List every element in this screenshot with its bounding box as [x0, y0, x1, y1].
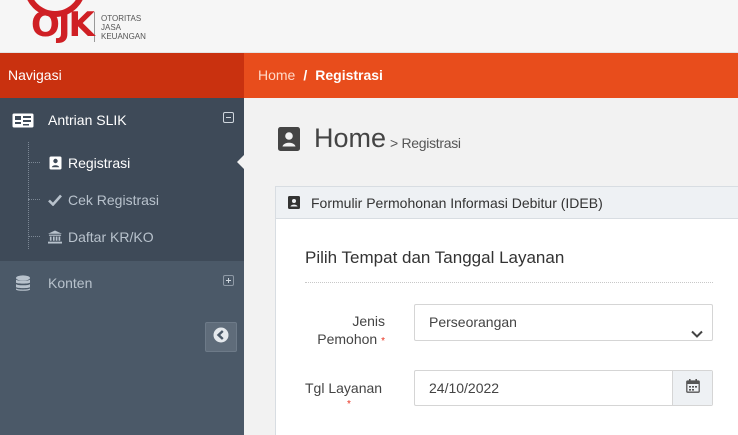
breadcrumb-separator: / [303, 67, 308, 83]
section-divider [305, 282, 713, 283]
calendar-button[interactable] [672, 371, 712, 405]
logo-divider [94, 12, 95, 42]
menu-group-antrian-slik: Antrian SLIK Registrasi Cek Registrasi D… [0, 98, 244, 261]
sidebar-item-daftar-kr-ko[interactable]: Daftar KR/KO [0, 218, 244, 255]
required-mark: * [347, 399, 351, 410]
sidebar-item-registrasi[interactable]: Registrasi [0, 144, 244, 181]
bank-icon [48, 229, 62, 244]
logo-text-line-3: KEUANGAN [101, 31, 146, 41]
calendar-icon [685, 371, 700, 405]
jenis-label-line-1: Jenis [352, 313, 385, 329]
breadcrumb-home[interactable]: Home [258, 67, 295, 83]
submenu-antrian-slik: Registrasi Cek Registrasi Daftar KR/KO [0, 142, 244, 261]
logo-text-line-2: JASA [101, 22, 122, 32]
main-content: Home > Registrasi Formulir Permohonan In… [244, 98, 738, 435]
tgl-layanan-value: 24/10/2022 [429, 380, 500, 396]
breadcrumb: Home / Registrasi [258, 53, 383, 98]
menu-group-konten: Konten [0, 261, 244, 305]
jenis-pemohon-value: Perseorangan [429, 314, 517, 330]
panel-header: Formulir Permohonan Informasi Debitur (I… [276, 187, 738, 219]
database-icon [12, 274, 34, 291]
jenis-pemohon-label: Jenis Pemohon * [305, 312, 385, 351]
address-book-icon [288, 196, 300, 209]
check-icon [48, 193, 62, 207]
id-card-icon [12, 112, 34, 128]
sidebar-item-cek-registrasi[interactable]: Cek Registrasi [0, 181, 244, 218]
registration-form-panel: Formulir Permohonan Informasi Debitur (I… [275, 186, 738, 435]
ojk-logo[interactable]: OJK OTORITAS JASA KEUANGAN [18, 0, 146, 46]
tgl-layanan-input[interactable]: 24/10/2022 [414, 370, 713, 406]
chevron-down-icon [690, 317, 704, 338]
jenis-pemohon-select[interactable]: Perseorangan [414, 304, 713, 341]
sidebar-item-label: Daftar KR/KO [68, 228, 154, 245]
top-header: OJK OTORITAS JASA KEUANGAN [0, 0, 738, 53]
tgl-label-text: Tgl Layanan [305, 380, 383, 396]
expand-toggle-icon[interactable] [223, 275, 234, 286]
address-book-icon [48, 156, 62, 170]
sidebar-item-label: Cek Registrasi [68, 191, 160, 208]
page-header: Home > Registrasi [278, 123, 461, 154]
navbar: Navigasi Home / Registrasi [0, 53, 738, 98]
ojk-logo-mark: OJK [18, 0, 95, 45]
tgl-required-row: * [305, 397, 395, 410]
sidebar-item-label: Antrian SLIK [48, 112, 127, 128]
page-title: Home [314, 123, 387, 153]
tgl-layanan-label: Tgl Layanan * [305, 379, 395, 410]
panel-title: Formulir Permohonan Informasi Debitur (I… [311, 194, 603, 211]
required-mark: * [381, 336, 385, 347]
nav-title: Navigasi [0, 53, 244, 98]
address-book-icon [278, 126, 300, 151]
arrow-circle-left-icon [213, 327, 229, 347]
collapse-toggle-icon[interactable] [223, 112, 234, 123]
logo-text-line-1: OTORITAS [101, 13, 142, 23]
logo-text: OTORITAS JASA KEUANGAN [101, 14, 146, 41]
logo-letters: OJK [31, 5, 95, 45]
jenis-label-text: Pemohon [317, 331, 378, 347]
sidebar: Antrian SLIK Registrasi Cek Registrasi D… [0, 98, 244, 435]
sidebar-item-konten[interactable]: Konten [0, 261, 244, 305]
jenis-label-line-2: Pemohon * [305, 330, 385, 351]
sidebar-item-label: Konten [48, 275, 93, 291]
sidebar-item-label: Registrasi [68, 154, 131, 171]
sidebar-collapse-button[interactable] [205, 322, 237, 352]
section-title: Pilih Tempat dan Tanggal Layanan [305, 248, 565, 267]
breadcrumb-current: Registrasi [315, 67, 383, 83]
page-subtitle: > Registrasi [390, 134, 461, 151]
sidebar-item-antrian-slik[interactable]: Antrian SLIK [0, 98, 244, 142]
